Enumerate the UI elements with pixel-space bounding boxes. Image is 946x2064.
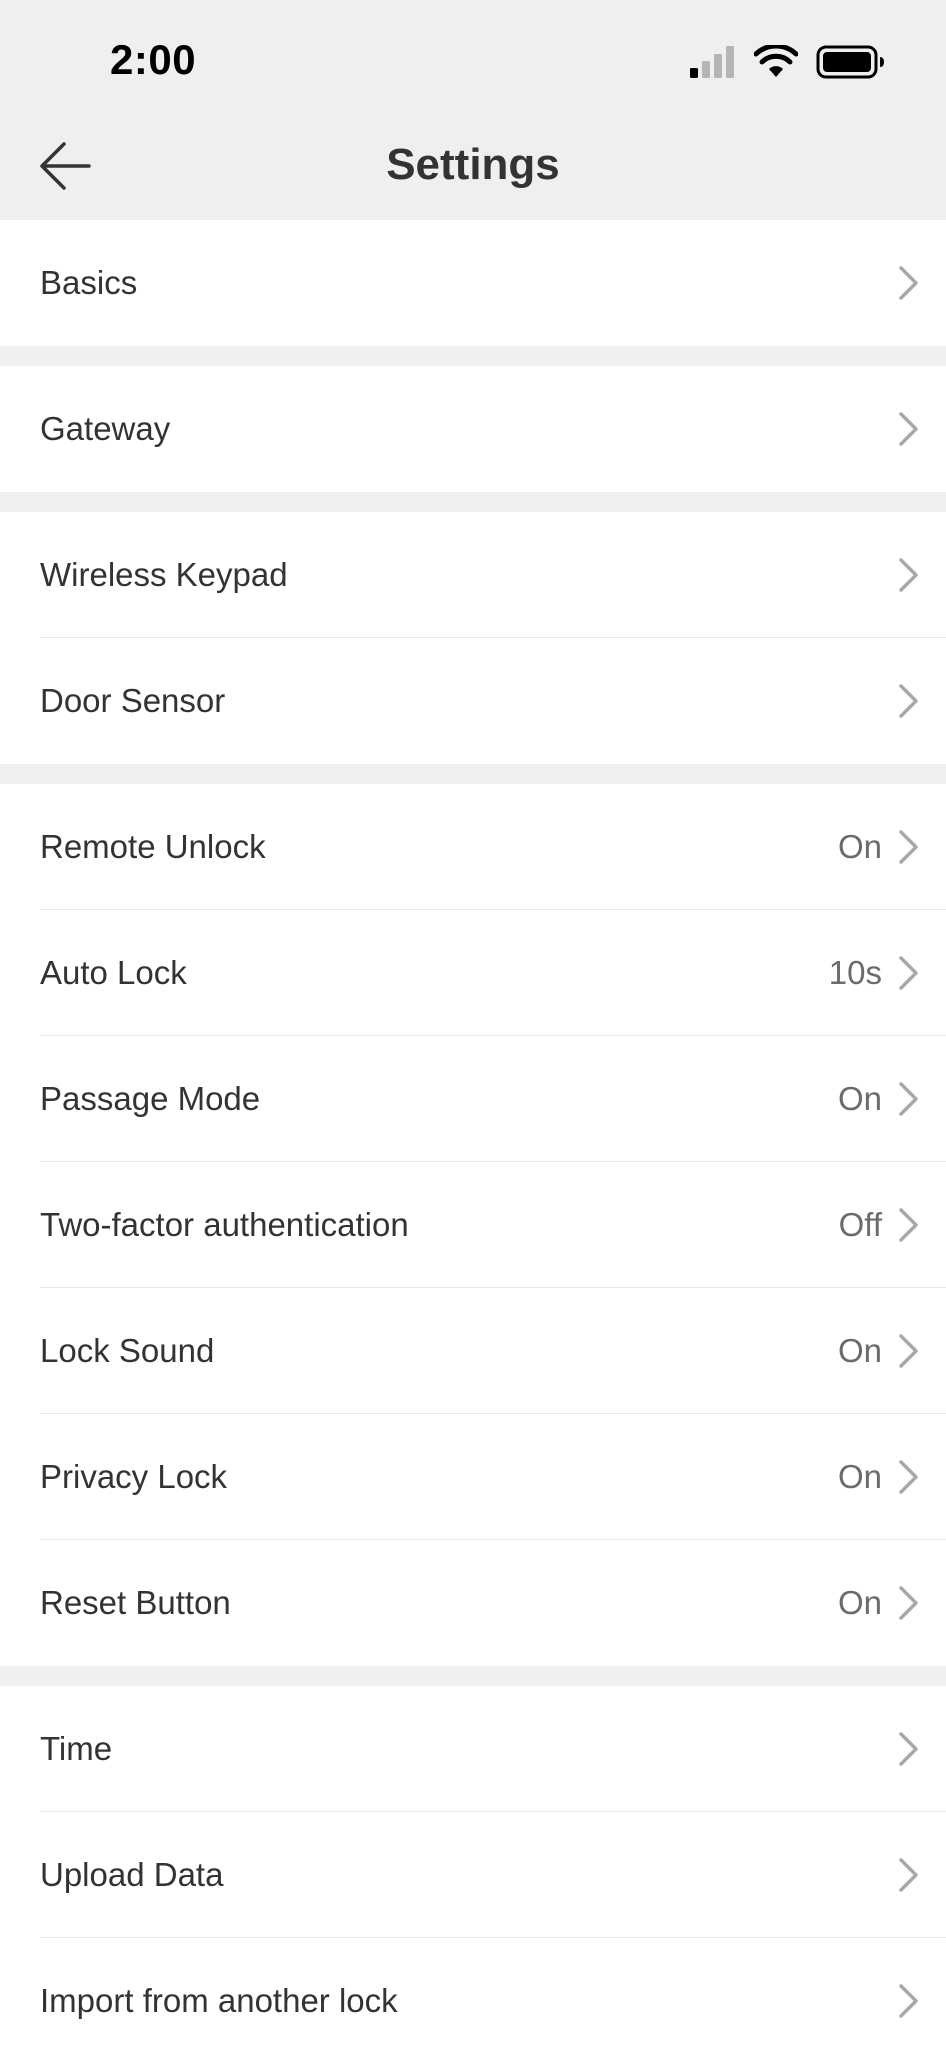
chevron-right-icon bbox=[899, 1984, 918, 2018]
settings-group-basics: Basics bbox=[0, 220, 946, 346]
settings-row-lock-sound[interactable]: Lock Sound On bbox=[0, 1288, 946, 1414]
navigation-bar: Settings bbox=[0, 110, 946, 220]
row-label: Two-factor authentication bbox=[40, 1206, 409, 1243]
chevron-right-icon bbox=[899, 412, 918, 446]
chevron-right-icon bbox=[899, 1082, 918, 1116]
row-value: Off bbox=[838, 1206, 882, 1243]
settings-row-time[interactable]: Time bbox=[0, 1686, 946, 1812]
chevron-right-icon bbox=[899, 1732, 918, 1766]
section-separator bbox=[0, 492, 946, 512]
row-label: Upload Data bbox=[40, 1856, 224, 1893]
row-label: Lock Sound bbox=[40, 1332, 215, 1369]
settings-row-two-factor-authentication[interactable]: Two-factor authentication Off bbox=[0, 1162, 946, 1288]
settings-group-gateway: Gateway bbox=[0, 366, 946, 492]
row-label: Basics bbox=[40, 264, 138, 301]
row-label: Wireless Keypad bbox=[40, 556, 288, 593]
battery-icon bbox=[816, 45, 884, 79]
row-value: On bbox=[837, 1584, 882, 1621]
row-label: Auto Lock bbox=[40, 954, 187, 991]
chevron-right-icon bbox=[899, 558, 918, 592]
wifi-icon bbox=[754, 45, 798, 77]
cellular-signal-icon bbox=[690, 46, 734, 78]
row-label: Gateway bbox=[40, 410, 171, 447]
chevron-right-icon bbox=[899, 684, 918, 718]
settings-row-remote-unlock[interactable]: Remote Unlock On bbox=[0, 784, 946, 910]
chevron-right-icon bbox=[899, 956, 918, 990]
settings-list: Basics Gateway Wireless Keypad Door Sens… bbox=[0, 220, 946, 2064]
row-value: On bbox=[837, 828, 882, 865]
chevron-right-icon bbox=[899, 1586, 918, 1620]
settings-row-import-from-another-lock[interactable]: Import from another lock bbox=[0, 1938, 946, 2064]
settings-row-auto-lock[interactable]: Auto Lock 10s bbox=[0, 910, 946, 1036]
settings-group-lock-options: Remote Unlock On Auto Lock 10s Passage M… bbox=[0, 784, 946, 1666]
settings-row-basics[interactable]: Basics bbox=[0, 220, 946, 346]
settings-row-wireless-keypad[interactable]: Wireless Keypad bbox=[0, 512, 946, 638]
settings-row-gateway[interactable]: Gateway bbox=[0, 366, 946, 492]
row-value: On bbox=[837, 1332, 882, 1369]
section-separator bbox=[0, 346, 946, 366]
settings-group-accessories: Wireless Keypad Door Sensor bbox=[0, 512, 946, 764]
chevron-right-icon bbox=[899, 1334, 918, 1368]
row-label: Remote Unlock bbox=[40, 828, 266, 865]
row-value: On bbox=[837, 1080, 882, 1117]
settings-row-door-sensor[interactable]: Door Sensor bbox=[0, 638, 946, 764]
chevron-right-icon bbox=[899, 1460, 918, 1494]
chevron-right-icon bbox=[899, 830, 918, 864]
settings-group-data: Time Upload Data Import from another loc… bbox=[0, 1686, 946, 2064]
chevron-right-icon bbox=[899, 266, 918, 300]
row-label: Reset Button bbox=[40, 1584, 231, 1621]
row-label: Passage Mode bbox=[40, 1080, 261, 1117]
status-bar: 2:00 bbox=[0, 0, 946, 110]
settings-row-passage-mode[interactable]: Passage Mode On bbox=[0, 1036, 946, 1162]
section-separator bbox=[0, 1666, 946, 1686]
settings-row-reset-button[interactable]: Reset Button On bbox=[0, 1540, 946, 1666]
row-value: 10s bbox=[828, 954, 882, 991]
settings-row-upload-data[interactable]: Upload Data bbox=[0, 1812, 946, 1938]
section-separator bbox=[0, 764, 946, 784]
chevron-right-icon bbox=[899, 1858, 918, 1892]
chevron-right-icon bbox=[899, 1208, 918, 1242]
row-label: Door Sensor bbox=[40, 682, 226, 719]
row-label: Time bbox=[40, 1730, 113, 1767]
row-label: Privacy Lock bbox=[40, 1458, 228, 1495]
settings-row-privacy-lock[interactable]: Privacy Lock On bbox=[0, 1414, 946, 1540]
row-value: On bbox=[837, 1458, 882, 1495]
page-title: Settings bbox=[386, 140, 560, 189]
status-icons bbox=[690, 44, 886, 80]
row-label: Import from another lock bbox=[40, 1982, 398, 2019]
status-time: 2:00 bbox=[110, 36, 197, 83]
